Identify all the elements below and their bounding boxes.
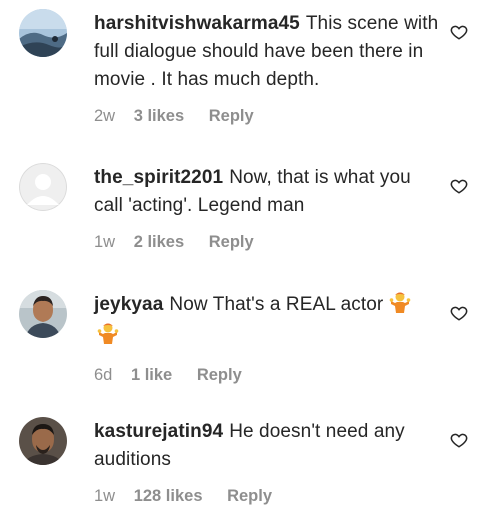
comment-likes[interactable]: 2 likes [134,233,184,251]
comment-time: 6d [94,366,113,384]
comment-likes[interactable]: 3 likes [134,107,184,125]
comment-text: the_spirit2201 Now, that is what you call… [94,164,444,220]
reply-button[interactable]: Reply [209,233,254,251]
comment-username[interactable]: harshitvishwakarma45 [94,13,300,34]
avatar[interactable] [19,9,67,57]
comment-meta: 1w 2 likes Reply [94,230,444,254]
comment-username[interactable]: jeykyaa [94,294,163,315]
comment-time: 1w [94,487,116,505]
comment-meta: 2w 3 likes Reply [94,104,444,128]
reply-button[interactable]: Reply [197,366,242,384]
comment-username[interactable]: the_spirit2201 [94,167,223,188]
heart-outline-icon[interactable] [450,431,468,449]
avatar[interactable] [19,163,67,211]
person-shrugging-emoji [97,322,119,353]
heart-outline-icon[interactable] [450,177,468,195]
comment-meta: 1w 128 likes Reply [94,484,444,508]
reply-button[interactable]: Reply [227,487,272,505]
comment-time: 1w [94,233,116,251]
person-shrugging-emoji [389,291,411,322]
heart-outline-icon[interactable] [450,304,468,322]
comment-meta: 6d 1 like Reply [94,363,444,387]
avatar[interactable] [19,417,67,465]
comment-likes[interactable]: 1 like [131,366,172,384]
comment-username[interactable]: kasturejatin94 [94,421,223,442]
reply-button[interactable]: Reply [209,107,254,125]
heart-outline-icon[interactable] [450,23,468,41]
avatar[interactable] [19,290,67,338]
comment-text: jeykyaa Now That's a REAL actor [94,291,444,353]
comment-body: Now That's a REAL actor [169,294,384,315]
comment-time: 2w [94,107,116,125]
comment-text: harshitvishwakarma45 This scene with full… [94,10,444,94]
comment-likes[interactable]: 128 likes [134,487,203,505]
comment-text: kasturejatin94 He doesn't need any auditi… [94,418,444,474]
